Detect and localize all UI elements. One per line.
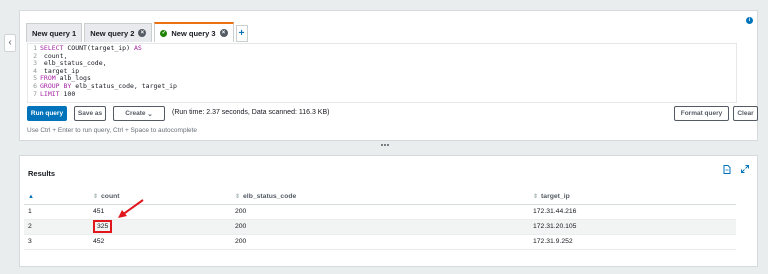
line-number: 7: [33, 89, 37, 98]
sort-icon: ⇕: [533, 194, 539, 201]
cell-row-number: 3: [24, 234, 89, 250]
results-title: Results: [28, 169, 56, 178]
table-row: 3 452 200 172.31.9.252: [24, 234, 736, 250]
cell-elb-status-code: 200: [231, 234, 529, 250]
plus-icon: +: [238, 28, 245, 39]
check-icon: ✓: [160, 29, 168, 37]
expand-icon[interactable]: [741, 165, 749, 173]
tab-label: New query 3: [171, 28, 216, 38]
create-label: Create: [125, 110, 146, 117]
clear-button[interactable]: Clear: [733, 106, 758, 121]
query-toolbar: Run query Save as Create ⌄ (Run time: 2.…: [27, 106, 758, 122]
cell-elb-status-code: 200: [231, 219, 529, 235]
code-line: 4 target_ip: [28, 67, 736, 76]
annotation-arrow-icon: [118, 199, 144, 218]
cell-target-ip: 172.31.44.216: [529, 204, 736, 220]
sql-keyword: AS: [133, 44, 142, 52]
cell-target-ip: 172.31.20.105: [529, 219, 736, 235]
code-line: 2 count,: [28, 52, 736, 61]
resize-handle[interactable]: [381, 144, 389, 147]
save-as-button[interactable]: Save as: [74, 106, 106, 121]
column-header-elb-status-code[interactable]: ⇕ elb_status_code: [231, 190, 529, 205]
sql-text: 100: [59, 89, 76, 98]
sql-keyword: LIMIT: [40, 89, 60, 98]
create-button[interactable]: Create ⌄: [113, 106, 165, 121]
close-icon[interactable]: ×: [219, 29, 228, 37]
keyboard-hint: Use Ctrl + Enter to run query, Ctrl + Sp…: [27, 127, 198, 134]
cell-row-number: 2: [24, 219, 89, 235]
code-line: 6 GROUP BY elb_status_code, target_ip: [28, 81, 736, 91]
tab-new-query-2[interactable]: New query 2 ×: [84, 23, 153, 42]
sort-icon: ⇕: [235, 194, 241, 201]
cell-target-ip: 172.31.9.252: [529, 234, 736, 250]
code-line: 3 elb_status_code,: [28, 60, 736, 68]
sort-icon: ⇕: [93, 194, 99, 201]
cell-count-highlighted: 325: [89, 219, 231, 235]
tab-label: New query 2: [90, 28, 135, 38]
tab-new-query-1[interactable]: New query 1: [26, 23, 83, 42]
cell-count: 451: [89, 204, 231, 220]
column-header-row-number[interactable]: ▲: [24, 190, 89, 205]
info-icon[interactable]: i: [746, 17, 753, 24]
tab-new-query-3[interactable]: ✓ New query 3 ×: [154, 22, 234, 42]
chevron-left-icon: ‹: [8, 37, 12, 48]
code-line: 7 LIMIT 100: [28, 89, 736, 99]
chevron-down-icon: ⌄: [147, 110, 153, 118]
cell-count: 452: [89, 234, 231, 250]
table-row: 2 325 200 172.31.20.105: [24, 219, 736, 235]
run-time-status: (Run time: 2.37 seconds, Data scanned: 1…: [172, 109, 330, 116]
tab-label: New query 1: [32, 28, 77, 38]
sql-text: elb_status_code, target_ip: [71, 81, 177, 90]
sort-asc-icon: ▲: [28, 194, 34, 201]
column-header-target-ip[interactable]: ⇕ target_ip: [529, 190, 736, 205]
cell-row-number: 1: [24, 204, 89, 220]
run-query-button[interactable]: Run query: [27, 106, 67, 121]
format-query-button[interactable]: Format query: [674, 106, 729, 121]
add-tab-button[interactable]: +: [235, 25, 248, 42]
results-actions: [723, 164, 749, 174]
sql-text: COUNT(target_ip): [63, 44, 134, 52]
column-header-count[interactable]: ⇕ count: [89, 190, 231, 205]
collapse-sidebar-button[interactable]: ‹: [4, 34, 16, 52]
close-icon[interactable]: ×: [138, 29, 147, 37]
highlight-box: 325: [93, 220, 113, 233]
cell-elb-status-code: 200: [231, 204, 529, 220]
code-line: 1 SELECT COUNT(target_ip) AS: [28, 44, 736, 53]
sql-editor[interactable]: 1 SELECT COUNT(target_ip) AS 2 count, 3 elb…: [27, 43, 737, 103]
query-tabs: New query 1 New query 2 × ✓ New query 3 …: [26, 22, 248, 42]
download-file-icon[interactable]: [723, 164, 731, 174]
query-editor-panel: New query 1 New query 2 × ✓ New query 3 …: [19, 10, 758, 141]
